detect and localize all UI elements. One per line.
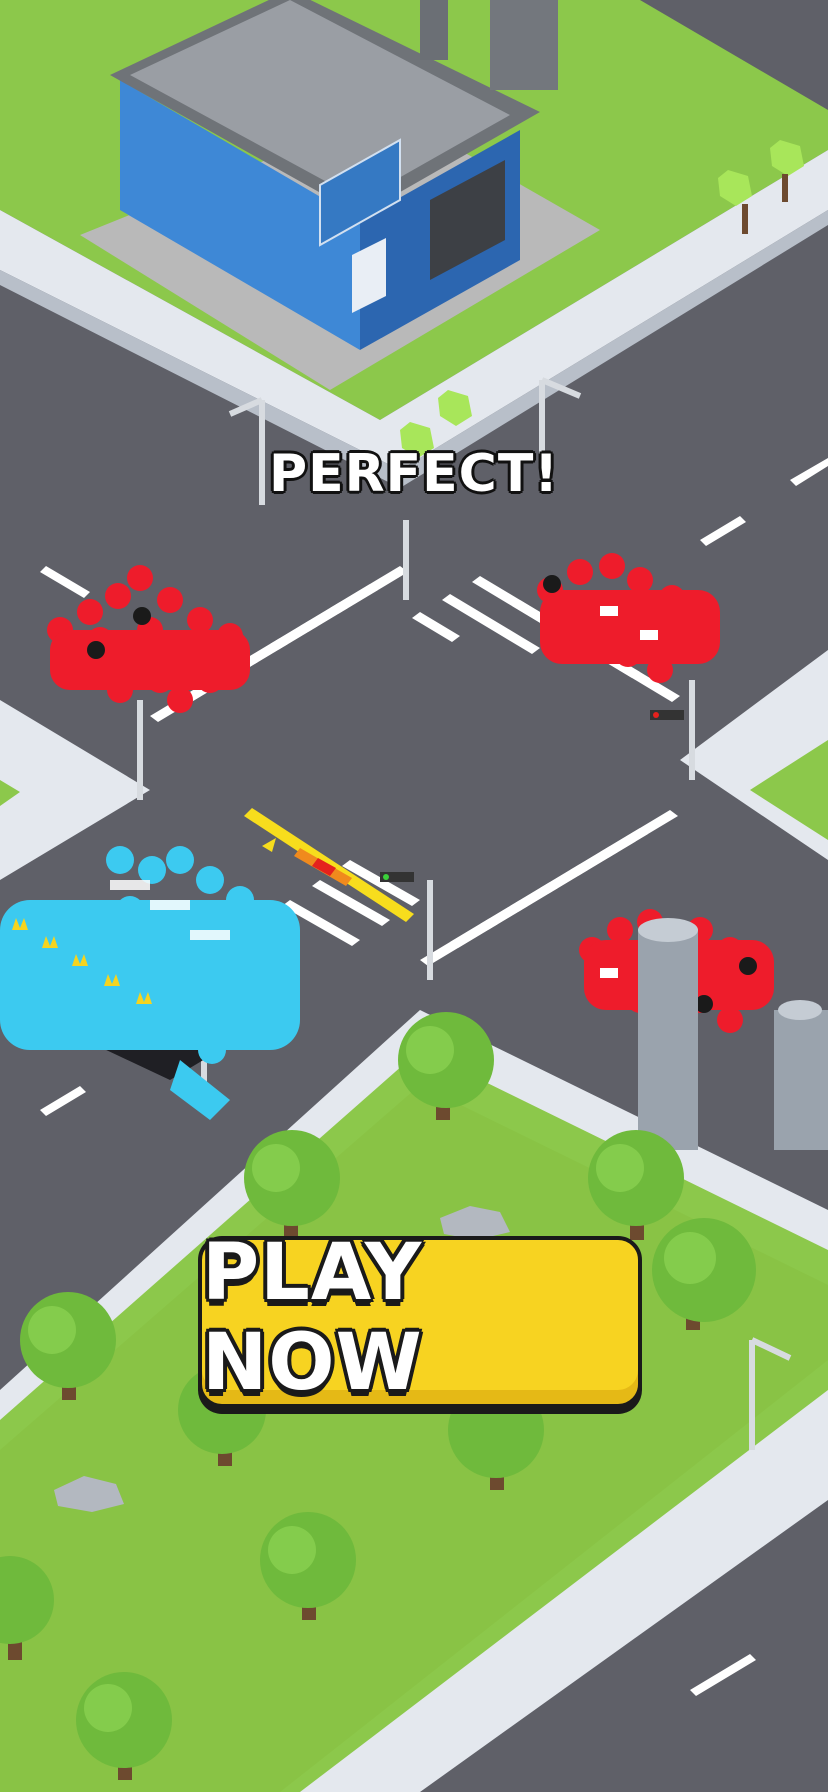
play-now-label: PLAY NOW [202, 1228, 423, 1408]
play-now-button[interactable]: PLAY NOW [198, 1228, 642, 1408]
game-stage: PERFECT! PLAY NOW [0, 0, 828, 1792]
city-intersection-scene [0, 0, 828, 1792]
perfect-feedback-text: PERFECT! [268, 444, 560, 504]
